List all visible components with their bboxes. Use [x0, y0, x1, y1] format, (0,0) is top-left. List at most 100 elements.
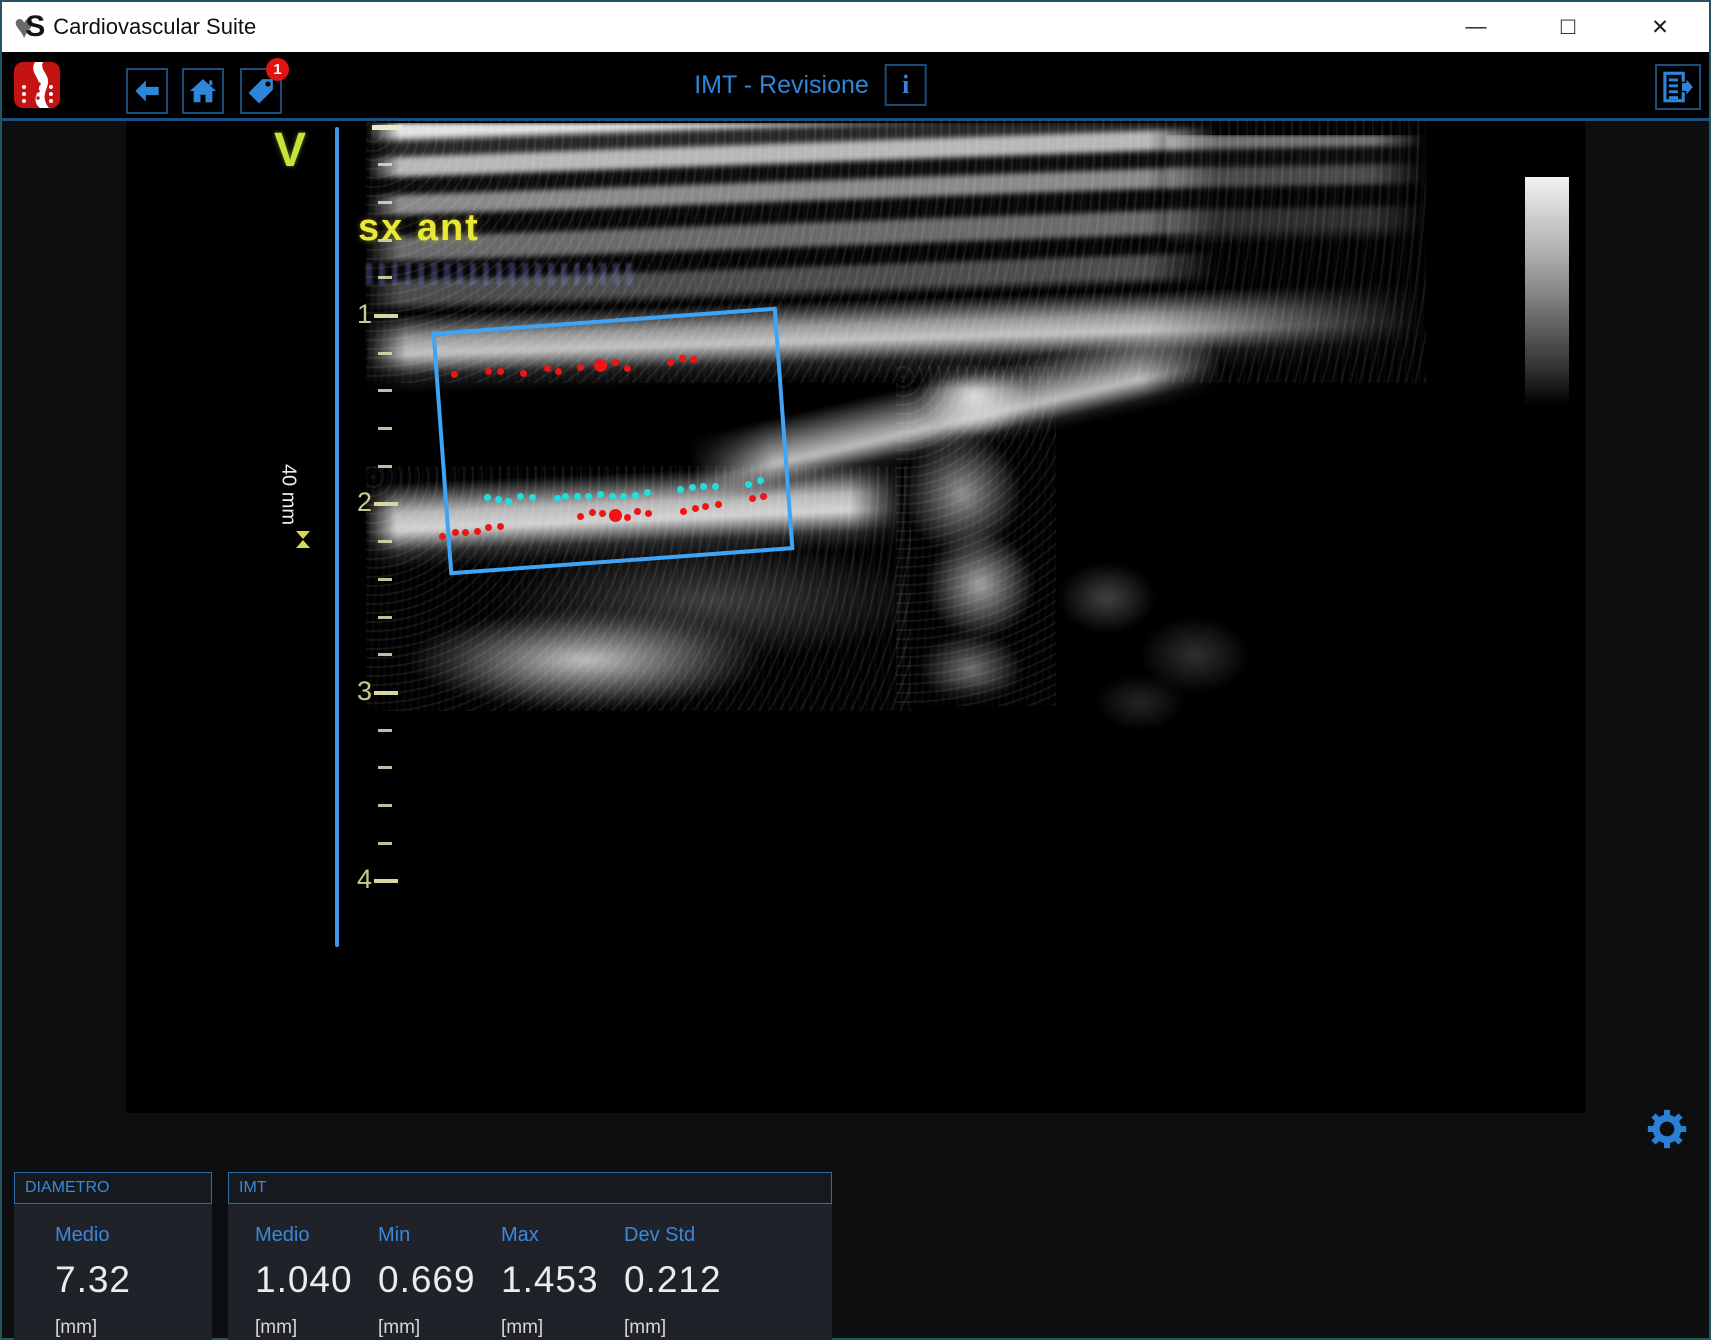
imt-unit: [mm]: [624, 1317, 666, 1339]
adventitia-dot-red: [624, 365, 631, 372]
lumen-dot-cyan: [700, 483, 707, 490]
ruler-tick-minor: [378, 578, 392, 581]
ruler-tick-minor: [378, 352, 392, 355]
media-dot-red: [462, 529, 469, 536]
ruler-tick-minor: [378, 163, 392, 166]
toolbar: 1 IMT - Revisione i: [2, 52, 1709, 121]
lumen-dot-cyan: [609, 493, 616, 500]
adventitia-dot-red: [667, 359, 674, 366]
imt-unit: [mm]: [501, 1317, 543, 1339]
lumen-dot-cyan: [484, 494, 491, 501]
adventitia-dot-red: [612, 359, 619, 366]
ruler-tick-major: [374, 879, 398, 883]
minimize-button[interactable]: —: [1456, 2, 1496, 52]
page-title: IMT - Revisione: [694, 71, 869, 100]
settings-button[interactable]: [1646, 1108, 1688, 1150]
lumen-dot-cyan: [529, 494, 536, 501]
ruler-tick-minor: [378, 616, 392, 619]
title-bar: ♥ S Cardiovascular Suite — □ ✕: [2, 2, 1709, 52]
ruler-tick-major: [372, 125, 402, 130]
speckle-noise: [896, 366, 1056, 706]
imt-min-column: Min0.669[mm]: [378, 1224, 501, 1340]
ruler-tick-minor: [378, 201, 392, 204]
exit-report-button[interactable]: [1655, 64, 1701, 110]
ruler-tick-minor: [378, 427, 392, 430]
maximize-button[interactable]: □: [1548, 2, 1588, 52]
focus-marker-icon: [296, 531, 310, 548]
imt-panel-header: IMT: [228, 1172, 832, 1204]
diametro-panel-header: DIAMETRO: [14, 1172, 212, 1204]
media-dot-red: [749, 495, 756, 502]
media-dot-red: [474, 528, 481, 535]
ruler-tick-minor: [378, 804, 392, 807]
media-dot-red: [439, 533, 446, 540]
home-button[interactable]: [182, 68, 224, 114]
media-dot-red: [634, 508, 641, 515]
diametro-unit: [mm]: [55, 1317, 97, 1339]
adventitia-dot-red: [577, 364, 584, 371]
diametro-panel: DIAMETRO Medio7.32[mm]: [14, 1172, 212, 1340]
close-button[interactable]: ✕: [1640, 2, 1680, 52]
adventitia-dot-red: [555, 368, 562, 375]
back-arrow-icon: [133, 77, 161, 105]
lumen-dot-cyan: [632, 492, 639, 499]
imt-panel-title: IMT: [239, 1179, 267, 1197]
roi-box[interactable]: [432, 307, 795, 576]
lumen-dot-cyan: [562, 493, 569, 500]
adventitia-dot-red: [544, 365, 551, 372]
imt-medio-column: Medio1.040[mm]: [255, 1224, 378, 1340]
media-dot-red: [599, 510, 606, 517]
media-dot-red: [497, 523, 504, 530]
media-dot-red: [589, 509, 596, 516]
ruler-tick-minor: [378, 465, 392, 468]
imt-value: 0.212: [624, 1259, 722, 1301]
ultrasound-canvas[interactable]: 1234 V sx ant 40 mm: [126, 121, 1585, 1113]
lumen-dot-cyan: [505, 498, 512, 505]
ruler-tick-major: [374, 502, 398, 506]
ruler-tick-major: [374, 691, 398, 695]
media-dot-red: [760, 493, 767, 500]
imt-label: Min: [378, 1224, 410, 1247]
ruler-tick-minor: [378, 540, 392, 543]
toolbar-center: IMT - Revisione i: [694, 52, 927, 118]
ruler-tick-minor: [378, 766, 392, 769]
imt-panel: IMT Medio1.040[mm]Min0.669[mm]Max1.453[m…: [228, 1172, 832, 1340]
media-dot-red: [624, 514, 631, 521]
lumen-dot-cyan: [644, 489, 651, 496]
adventitia-dot-red: [679, 355, 686, 362]
imt-panel-body: Medio1.040[mm]Min0.669[mm]Max1.453[mm]De…: [228, 1204, 832, 1340]
lumen-dot-cyan: [689, 484, 696, 491]
ruler-tick-major: [374, 314, 398, 318]
lumen-dot-cyan: [620, 493, 627, 500]
diametro-panel-title: DIAMETRO: [25, 1179, 109, 1197]
media-dot-red: [609, 509, 622, 522]
media-dot-red: [577, 513, 584, 520]
app-logo-icon: [14, 62, 60, 108]
media-dot-red: [452, 529, 459, 536]
ruler-tick-minor: [378, 389, 392, 392]
home-icon: [188, 76, 218, 106]
diametro-panel-body: Medio7.32[mm]: [14, 1204, 212, 1340]
imt-unit: [mm]: [378, 1317, 420, 1339]
info-button[interactable]: i: [885, 64, 927, 106]
imt-unit: [mm]: [255, 1317, 297, 1339]
adventitia-dot-red: [497, 368, 504, 375]
tag-icon: [246, 76, 276, 106]
lumen-dot-cyan: [712, 483, 719, 490]
depth-label: 40 mm: [277, 449, 300, 541]
ruler-label: 2: [342, 487, 372, 518]
window-controls: — □ ✕: [1456, 2, 1680, 52]
media-dot-red: [485, 524, 492, 531]
media-dot-red: [692, 505, 699, 512]
app-window: ♥ S Cardiovascular Suite — □ ✕: [0, 0, 1711, 1340]
ruler-tick-minor: [378, 276, 392, 279]
lumen-dot-cyan: [585, 493, 592, 500]
adventitia-dot-red: [451, 371, 458, 378]
imt-label: Max: [501, 1224, 539, 1247]
ruler-label: 1: [342, 299, 372, 330]
export-report-icon: [1661, 70, 1695, 104]
window-title: Cardiovascular Suite: [53, 14, 256, 40]
bottom-right-speckle: [1041, 541, 1261, 731]
imt-label: Medio: [255, 1224, 309, 1247]
back-button[interactable]: [126, 68, 168, 114]
